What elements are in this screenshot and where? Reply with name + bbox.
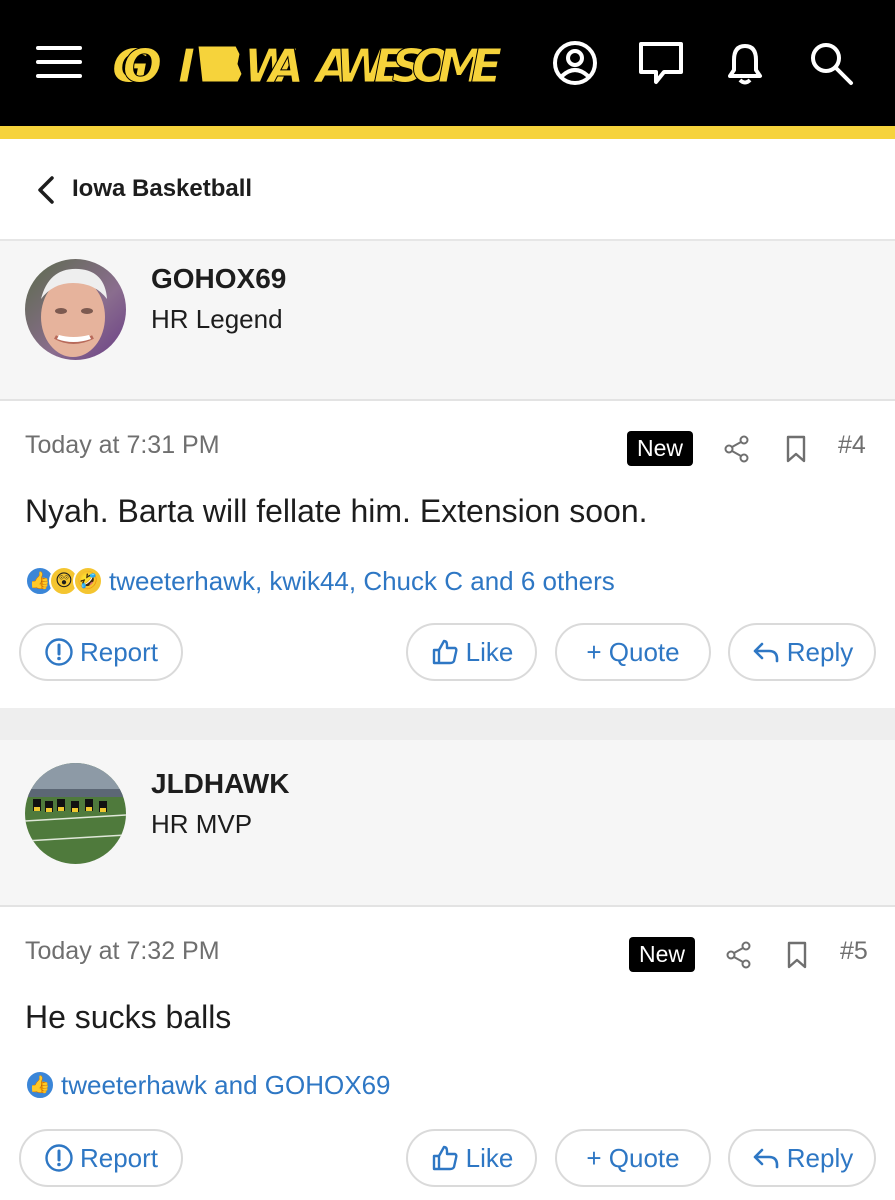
post-separator bbox=[0, 708, 895, 740]
alert-circle-icon bbox=[45, 1144, 73, 1172]
avatar[interactable] bbox=[25, 763, 126, 864]
bookmark-icon[interactable] bbox=[784, 940, 810, 970]
chevron-left-icon[interactable] bbox=[34, 175, 58, 205]
reply-label: Reply bbox=[786, 1142, 854, 1173]
like-icon: 👍 bbox=[25, 1070, 55, 1100]
svg-text:AWESOME: AWESOME bbox=[313, 39, 502, 93]
account-icon[interactable] bbox=[550, 38, 600, 88]
report-button[interactable]: Report bbox=[19, 623, 183, 681]
reply-arrow-icon bbox=[753, 642, 779, 663]
bookmark-icon[interactable] bbox=[783, 434, 809, 464]
search-icon[interactable] bbox=[806, 38, 856, 88]
reply-button[interactable]: Reply bbox=[728, 1129, 876, 1187]
reply-button[interactable]: Reply bbox=[728, 623, 876, 681]
post-timestamp[interactable]: Today at 7:32 PM bbox=[25, 937, 220, 966]
quote-label: + Quote bbox=[586, 1142, 680, 1173]
avatar[interactable] bbox=[25, 259, 126, 360]
site-header: GO I WA AWESOME bbox=[0, 0, 895, 126]
haha-icon: 🤣 bbox=[73, 566, 103, 596]
reaction-icons: 👍 bbox=[25, 1070, 55, 1100]
post-body: Today at 7:32 PM New #5 He sucks balls 👍… bbox=[0, 907, 895, 1200]
reactions-bar[interactable]: 👍 😲 🤣 tweeterhawk, kwik44, Chuck C and 6… bbox=[25, 563, 615, 599]
user-title: HR MVP bbox=[151, 809, 253, 839]
reaction-users-link[interactable]: tweeterhawk and GOHOX69 bbox=[61, 1070, 391, 1101]
reply-arrow-icon bbox=[753, 1148, 779, 1169]
new-badge: New bbox=[627, 431, 694, 466]
menu-icon[interactable] bbox=[36, 44, 84, 80]
breadcrumb-link[interactable]: Iowa Basketball bbox=[72, 175, 252, 203]
username[interactable]: GOHOX69 bbox=[151, 263, 286, 295]
quote-button[interactable]: + Quote bbox=[555, 623, 711, 681]
reaction-users-link[interactable]: tweeterhawk, kwik44, Chuck C and 6 other… bbox=[109, 566, 615, 597]
reaction-icons: 👍 😲 🤣 bbox=[25, 566, 103, 596]
like-label: Like bbox=[465, 636, 514, 667]
quote-button[interactable]: + Quote bbox=[555, 1129, 711, 1187]
thumbs-up-icon bbox=[432, 639, 458, 665]
quote-label: + Quote bbox=[586, 636, 680, 667]
post-user-block: GOHOX69 HR Legend bbox=[0, 241, 895, 401]
post-number-link[interactable]: #5 bbox=[840, 937, 868, 966]
share-icon[interactable] bbox=[722, 434, 752, 464]
report-label: Report bbox=[79, 1142, 159, 1173]
post-number-link[interactable]: #4 bbox=[838, 431, 866, 460]
svg-text:I: I bbox=[178, 39, 195, 93]
thumbs-up-icon bbox=[432, 1145, 458, 1171]
svg-text:GO: GO bbox=[112, 39, 162, 93]
share-icon[interactable] bbox=[724, 940, 754, 970]
post-timestamp[interactable]: Today at 7:31 PM bbox=[25, 431, 220, 460]
chat-icon[interactable] bbox=[636, 38, 686, 88]
post-body: Today at 7:31 PM New #4 Nyah. Barta will… bbox=[0, 401, 895, 708]
new-badge: New bbox=[629, 937, 696, 972]
breadcrumb: Iowa Basketball bbox=[0, 139, 895, 241]
post-message: Nyah. Barta will fellate him. Extension … bbox=[25, 493, 648, 529]
username[interactable]: JLDHAWK bbox=[151, 768, 289, 800]
svg-text:WA: WA bbox=[244, 39, 304, 93]
report-label: Report bbox=[79, 636, 159, 667]
header-accent-strip bbox=[0, 126, 895, 139]
reactions-bar[interactable]: 👍 tweeterhawk and GOHOX69 bbox=[25, 1067, 391, 1103]
like-button[interactable]: Like bbox=[406, 623, 537, 681]
alert-icon[interactable] bbox=[720, 38, 770, 88]
alert-circle-icon bbox=[45, 638, 73, 666]
site-logo[interactable]: GO I WA AWESOME bbox=[110, 30, 505, 96]
post-message: He sucks balls bbox=[25, 999, 232, 1035]
post-user-block: JLDHAWK HR MVP bbox=[0, 740, 895, 907]
reply-label: Reply bbox=[786, 636, 854, 667]
like-label: Like bbox=[465, 1142, 514, 1173]
like-button[interactable]: Like bbox=[406, 1129, 537, 1187]
report-button[interactable]: Report bbox=[19, 1129, 183, 1187]
user-title: HR Legend bbox=[151, 304, 283, 334]
